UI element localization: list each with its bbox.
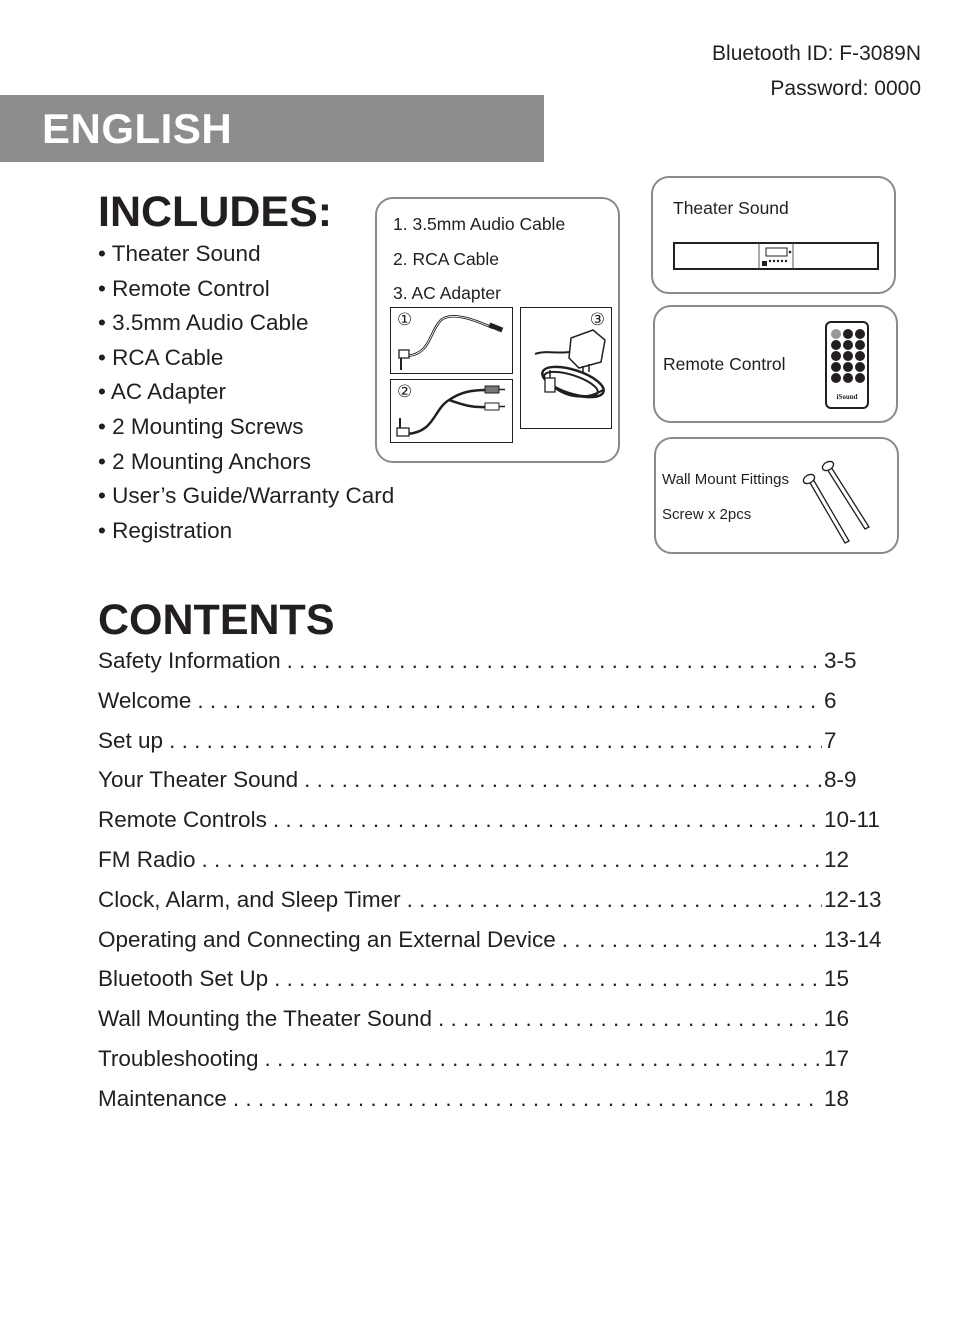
toc-entry: Remote Controls 10-11 (98, 807, 888, 847)
bluetooth-info: Bluetooth ID: F-3089N Password: 0000 (712, 36, 921, 106)
includes-item: 2 Mounting Anchors (98, 445, 394, 480)
remote-control-card: Remote Control iSound (653, 305, 898, 423)
toc-entry-pages: 10-11 (824, 807, 880, 833)
toc-entry-title: Operating and Connecting an External Dev… (98, 926, 556, 952)
toc-entry: Bluetooth Set Up 15 (98, 966, 888, 1006)
accessories-list: 1. 3.5mm Audio Cable 2. RCA Cable 3. AC … (393, 207, 565, 311)
toc-entry-pages: 12 (824, 846, 850, 872)
toc-entry-pages: 16 (824, 1006, 850, 1032)
remote-brand: iSound (836, 393, 858, 401)
accessory-line: 1. 3.5mm Audio Cable (393, 214, 566, 234)
theater-sound-card: Theater Sound (651, 176, 896, 294)
includes-item: 3.5mm Audio Cable (98, 306, 394, 341)
toc-leader-dots (438, 1006, 822, 1032)
toc-entry-title: Clock, Alarm, and Sleep Timer (98, 886, 401, 912)
toc-entry-title: Set up (98, 727, 164, 753)
toc-entry-pages: 3-5 (824, 648, 857, 673)
toc-entry-title: Safety Information (98, 648, 281, 673)
toc-leader-dots (287, 648, 822, 674)
includes-item: AC Adapter (98, 375, 394, 410)
includes-item: Registration (98, 514, 394, 549)
toc-entry-pages: 8-9 (824, 767, 857, 793)
rca-cable-image: ② (390, 379, 513, 443)
toc-entry: Clock, Alarm, and Sleep Timer 12-13 (98, 887, 888, 927)
wall-mount-card: Wall Mount Fittings Screw x 2pcs (654, 437, 899, 554)
toc-entry-pages: 6 (824, 687, 837, 713)
includes-item: 2 Mounting Screws (98, 410, 394, 445)
includes-list: Theater Sound Remote Control 3.5mm Audio… (98, 237, 394, 548)
toc-leader-dots (197, 688, 822, 714)
toc-leader-dots (273, 807, 822, 833)
toc-entry-title: Troubleshooting (98, 1045, 259, 1071)
toc-leader-dots (202, 847, 822, 873)
includes-item: Remote Control (98, 272, 394, 307)
toc-leader-dots (265, 1046, 822, 1072)
toc-entry-pages: 7 (824, 727, 837, 753)
marker-2: ② (397, 382, 413, 401)
toc-entry-title: Bluetooth Set Up (98, 966, 269, 992)
marker-3: ③ (589, 310, 605, 329)
soundbar-icon (673, 242, 879, 270)
includes-item: User’s Guide/Warranty Card (98, 479, 394, 514)
toc-entry-pages: 13-14 (824, 926, 882, 952)
toc-entry: Operating and Connecting an External Dev… (98, 927, 888, 967)
bluetooth-password: Password: 0000 (770, 77, 921, 100)
table-of-contents: Safety Information 3-5 Welcome 6 Set up 7 Your… (98, 648, 888, 1126)
remote-icon: iSound (825, 321, 869, 409)
includes-item: RCA Cable (98, 341, 394, 376)
toc-entry-title: Maintenance (98, 1085, 227, 1111)
toc-leader-dots (233, 1086, 822, 1112)
toc-entry-title: Wall Mounting the Theater Sound (98, 1006, 432, 1032)
toc-entry: FM Radio 12 (98, 847, 888, 887)
accessories-card: 1. 3.5mm Audio Cable 2. RCA Cable 3. AC … (375, 197, 620, 463)
toc-entry-title: FM Radio (98, 846, 196, 872)
audio-cable-image: ① (390, 307, 513, 374)
toc-leader-dots (274, 966, 822, 992)
toc-entry-pages: 15 (824, 966, 850, 992)
includes-heading: INCLUDES: (98, 188, 333, 236)
accessory-line: 3. AC Adapter (393, 283, 501, 303)
wall-mount-label: Wall Mount Fittings (662, 471, 789, 488)
remote-control-label: Remote Control (663, 354, 786, 374)
toc-entry-pages: 12-13 (824, 886, 882, 912)
toc-entry: Troubleshooting 17 (98, 1046, 888, 1086)
toc-entry: Maintenance 18 (98, 1086, 888, 1126)
contents-heading: CONTENTS (98, 596, 335, 644)
toc-entry: Set up 7 (98, 728, 888, 768)
theater-sound-label: Theater Sound (673, 198, 789, 218)
ac-adapter-image: ③ (520, 307, 612, 429)
bluetooth-id: Bluetooth ID: F-3089N (712, 42, 921, 65)
language-banner: ENGLISH (0, 95, 544, 162)
toc-leader-dots (407, 887, 822, 913)
toc-entry-pages: 18 (824, 1085, 850, 1111)
language-label: ENGLISH (42, 105, 233, 152)
includes-item: Theater Sound (98, 237, 394, 272)
toc-entry-title: Remote Controls (98, 807, 267, 833)
toc-entry: Safety Information 3-5 (98, 648, 888, 688)
toc-leader-dots (562, 927, 822, 953)
screw-count-label: Screw x 2pcs (662, 506, 752, 523)
toc-entry-title: Your Theater Sound (98, 767, 299, 793)
toc-leader-dots (304, 767, 822, 793)
toc-entry: Wall Mounting the Theater Sound 16 (98, 1006, 888, 1046)
accessory-line: 2. RCA Cable (393, 248, 500, 269)
toc-entry: Your Theater Sound 8-9 (98, 767, 888, 807)
toc-entry: Welcome 6 (98, 688, 888, 728)
toc-entry-pages: 17 (824, 1045, 850, 1071)
marker-1: ① (397, 310, 413, 329)
screws-icon (802, 460, 870, 544)
toc-entry-title: Welcome (98, 687, 192, 713)
toc-leader-dots (169, 728, 822, 754)
